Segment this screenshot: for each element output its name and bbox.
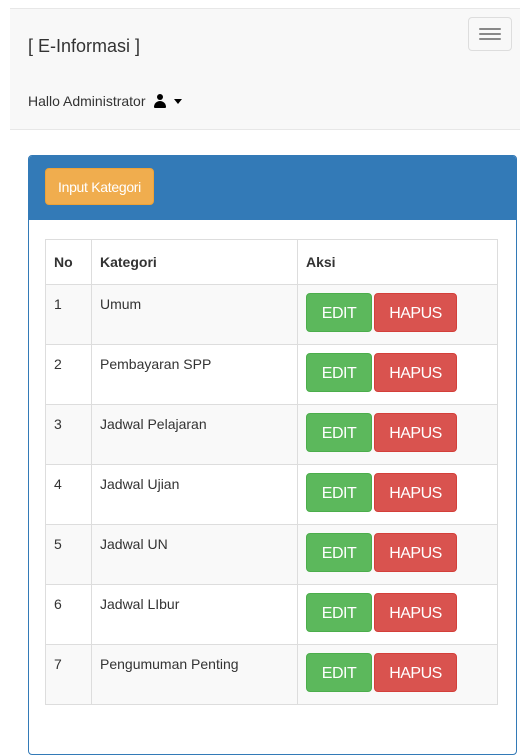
edit-button[interactable]: EDIT [306,473,372,512]
edit-button[interactable]: EDIT [306,293,372,332]
row-actions: EDIT HAPUS [297,404,498,465]
row-number: 7 [45,644,92,705]
row-actions: EDIT HAPUS [297,644,498,705]
table-row: 3 Jadwal Pelajaran EDIT HAPUS [45,404,498,465]
table-row: 6 Jadwal LIbur EDIT HAPUS [45,584,498,645]
hamburger-bar [479,33,501,35]
edit-button[interactable]: EDIT [306,413,372,452]
user-icon-body [153,101,166,108]
table-row: 2 Pembayaran SPP EDIT HAPUS [45,344,498,405]
edit-button[interactable]: EDIT [306,653,372,692]
row-number: 4 [45,464,92,525]
row-kategori: Jadwal LIbur [91,584,298,645]
caret-down-icon [173,98,182,104]
row-number: 5 [45,524,92,585]
user-dropdown[interactable]: Hallo Administrator [28,92,182,110]
row-actions: EDIT HAPUS [297,284,498,345]
input-kategori-button[interactable]: Input Kategori [45,168,154,205]
table-body: 1 Umum EDIT HAPUS 2 Pembayaran SPP EDIT HAPUS 3 J… [45,284,498,705]
table-row: 4 Jadwal Ujian EDIT HAPUS [45,464,498,525]
delete-button[interactable]: HAPUS [374,473,457,512]
brand-title[interactable]: [ E-Informasi ] [28,36,140,56]
row-number: 3 [45,404,92,465]
row-number: 1 [45,284,92,345]
delete-button[interactable]: HAPUS [374,653,457,692]
row-actions: EDIT HAPUS [297,464,498,525]
row-kategori: Umum [91,284,298,345]
category-table: No Kategori Aksi 1 Umum EDIT HAPUS 2 Pembayar… [45,239,498,705]
navbar: [ E-Informasi ] Hallo Administrator [10,8,520,130]
delete-button[interactable]: HAPUS [374,353,457,392]
category-panel: Input Kategori No Kategori Aksi 1 Umum EDI… [28,155,517,755]
delete-button[interactable]: HAPUS [374,533,457,572]
user-greeting: Hallo Administrator [28,93,146,109]
row-actions: EDIT HAPUS [297,344,498,405]
row-kategori: Pembayaran SPP [91,344,298,405]
user-icon [153,94,167,108]
row-kategori: Jadwal UN [91,524,298,585]
row-number: 2 [45,344,92,405]
table-row: 5 Jadwal UN EDIT HAPUS [45,524,498,585]
user-icon-head [156,94,163,100]
navbar-toggle-button[interactable] [468,17,512,51]
row-kategori: Jadwal Pelajaran [91,404,298,465]
edit-button[interactable]: EDIT [306,593,372,632]
header-no: No [45,239,92,285]
hamburger-menu-icon [479,28,501,30]
table-header-row: No Kategori Aksi [45,239,498,285]
row-kategori: Jadwal Ujian [91,464,298,525]
edit-button[interactable]: EDIT [306,533,372,572]
table-row: 1 Umum EDIT HAPUS [45,284,498,345]
row-number: 6 [45,584,92,645]
header-aksi: Aksi [297,239,498,285]
edit-button[interactable]: EDIT [306,353,372,392]
panel-heading: Input Kategori [29,156,516,220]
row-actions: EDIT HAPUS [297,584,498,645]
hamburger-bar [479,38,501,40]
row-actions: EDIT HAPUS [297,524,498,585]
delete-button[interactable]: HAPUS [374,293,457,332]
row-kategori: Pengumuman Penting [91,644,298,705]
delete-button[interactable]: HAPUS [374,593,457,632]
delete-button[interactable]: HAPUS [374,413,457,452]
header-kategori: Kategori [91,239,298,285]
table-row: 7 Pengumuman Penting EDIT HAPUS [45,644,498,705]
